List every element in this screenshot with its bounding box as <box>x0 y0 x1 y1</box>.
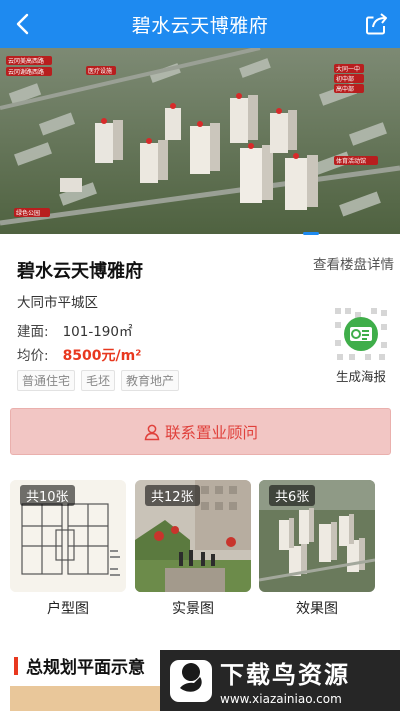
page-title: 碧水云天博雅府 <box>131 14 269 37</box>
area-label: 建面: <box>17 324 49 340</box>
back-arrow-icon[interactable] <box>10 10 38 38</box>
hero-label: 绿色公园 <box>16 209 40 217</box>
section-title: 总规划平面示意 <box>26 658 145 678</box>
carousel-indicator <box>0 232 400 236</box>
watermark-title: 下载鸟资源 <box>220 661 350 689</box>
top-nav-bar: 碧水云天博雅府 <box>0 0 400 48</box>
hero-label: 体育活动馆 <box>336 157 366 165</box>
gallery-label: 户型图 <box>47 601 89 617</box>
tag: 教育地产 <box>121 370 180 391</box>
gallery-label: 效果图 <box>296 601 338 617</box>
gallery-rendering[interactable]: 共6张 效果图 <box>259 480 375 618</box>
property-tags: 普通住宅 毛坯 教育地产 <box>17 370 180 391</box>
image-count: 共12张 <box>145 485 200 506</box>
section-heading: 总规划平面示意 <box>14 653 145 678</box>
generate-poster-button[interactable]: 生成海报 <box>330 308 392 388</box>
property-district: 大同市平城区 <box>17 295 98 311</box>
price-value: 8500元/m² <box>62 348 142 364</box>
contact-consultant-button[interactable]: 联系置业顾问 <box>10 408 391 455</box>
image-count: 共6张 <box>269 485 316 506</box>
hero-label: 云冈谢路西路 <box>8 68 44 76</box>
tag: 普通住宅 <box>17 370 76 391</box>
gallery-label: 实景图 <box>172 601 214 617</box>
section-accent-bar <box>14 656 18 675</box>
site-watermark: 下载鸟资源 www.xiazainiao.com <box>160 650 400 711</box>
hero-image-carousel[interactable]: 云冈美高西路 云冈谢路西路 医疗设施 大同一中 初中部 高中部 绿色公园 体育活… <box>0 48 400 234</box>
image-count: 共10张 <box>20 485 75 506</box>
hero-label: 云冈美高西路 <box>8 57 44 65</box>
hero-label: 初中部 <box>336 75 354 83</box>
aerial-rendering-image: 云冈美高西路 云冈谢路西路 医疗设施 大同一中 初中部 高中部 绿色公园 体育活… <box>0 48 400 234</box>
area-value: 101-190㎡ <box>62 324 133 340</box>
tag: 毛坯 <box>81 370 116 391</box>
property-name: 碧水云天博雅府 <box>17 261 143 282</box>
bird-logo-icon <box>170 659 212 702</box>
area-row: 建面: 101-190㎡ <box>17 320 132 340</box>
hero-label: 医疗设施 <box>88 67 112 75</box>
hero-label: 大同一中 <box>336 65 360 73</box>
hero-label: 高中部 <box>336 85 354 93</box>
poster-qr-icon <box>335 308 387 360</box>
contact-label: 联系置业顾问 <box>164 423 258 442</box>
price-row: 均价: 8500元/m² <box>17 344 141 365</box>
photo-gallery: 共10张 户型图 共12张 实景图 共6张 效果图 <box>10 480 390 620</box>
gallery-realview[interactable]: 共12张 实景图 <box>135 480 251 618</box>
master-plan-image[interactable] <box>10 686 160 711</box>
poster-label: 生成海报 <box>335 369 386 384</box>
user-icon <box>144 424 160 440</box>
view-details-link[interactable]: 查看楼盘详情 <box>313 253 394 273</box>
watermark-url: www.xiazainiao.com <box>220 692 342 706</box>
share-icon[interactable] <box>364 11 390 37</box>
price-label: 均价: <box>17 348 49 364</box>
gallery-floorplan[interactable]: 共10张 户型图 <box>10 480 126 618</box>
